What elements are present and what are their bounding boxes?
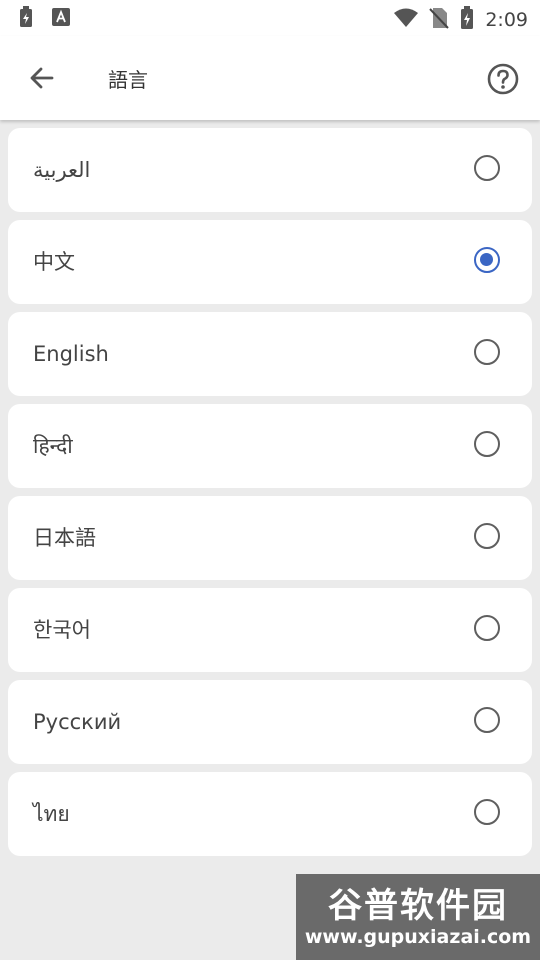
- language-label: 日本語: [33, 526, 96, 550]
- battery-charging-icon: [459, 6, 475, 34]
- language-label: Русский: [33, 710, 122, 734]
- status-time: 2:09: [485, 9, 528, 31]
- language-option-arabic[interactable]: العربية: [8, 128, 532, 212]
- page-title: 語言: [108, 68, 148, 92]
- watermark-title: 谷普软件园: [328, 886, 508, 926]
- radio-button[interactable]: [474, 247, 500, 273]
- radio-button[interactable]: [474, 155, 500, 181]
- watermark: 谷普软件园 www.gupuxiazai.com: [296, 874, 540, 960]
- language-label: हिन्दी: [33, 434, 73, 458]
- radio-button[interactable]: [474, 615, 500, 641]
- radio-button[interactable]: [474, 339, 500, 365]
- back-button[interactable]: [26, 62, 58, 94]
- arrow-back-icon: [30, 67, 54, 89]
- language-option-korean[interactable]: 한국어: [8, 588, 532, 672]
- language-option-english[interactable]: English: [8, 312, 532, 396]
- radio-button[interactable]: [474, 707, 500, 733]
- status-bar: 2:09: [0, 0, 540, 36]
- wifi-icon: [393, 8, 419, 32]
- language-list: العربية 中文 English हिन्दी 日本語 한국어 Русски…: [8, 128, 532, 864]
- app-bar: 語言: [0, 36, 540, 120]
- radio-button[interactable]: [474, 523, 500, 549]
- battery-saver-icon: [18, 6, 34, 32]
- language-option-thai[interactable]: ไทย: [8, 772, 532, 856]
- radio-button[interactable]: [474, 431, 500, 457]
- language-label: العربية: [33, 158, 91, 182]
- language-label: 中文: [33, 250, 75, 274]
- language-label: ไทย: [33, 802, 70, 826]
- language-label: 한국어: [33, 618, 91, 642]
- watermark-url: www.gupuxiazai.com: [304, 926, 532, 948]
- language-option-japanese[interactable]: 日本語: [8, 496, 532, 580]
- app-notification-icon: [52, 8, 70, 30]
- language-option-hindi[interactable]: हिन्दी: [8, 404, 532, 488]
- status-right-icons: 2:09: [393, 6, 528, 34]
- no-sim-icon: [429, 7, 450, 33]
- radio-button[interactable]: [474, 799, 500, 825]
- help-button[interactable]: [486, 62, 520, 96]
- language-option-russian[interactable]: Русский: [8, 680, 532, 764]
- help-circle-icon: [487, 63, 519, 95]
- language-option-chinese[interactable]: 中文: [8, 220, 532, 304]
- status-left-icons: [18, 6, 70, 32]
- language-label: English: [33, 342, 109, 366]
